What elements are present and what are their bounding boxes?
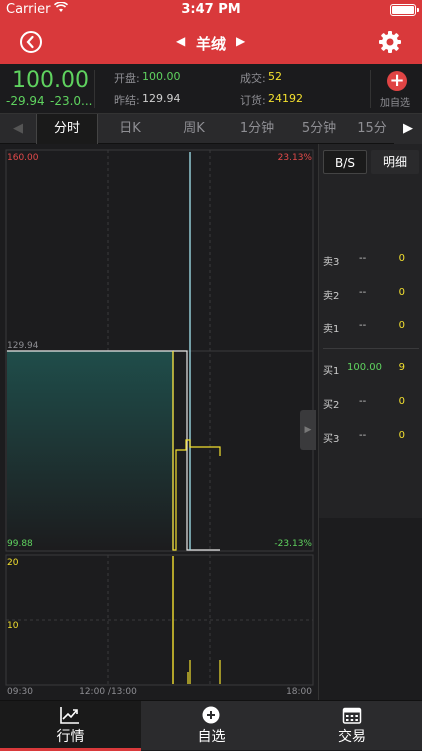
tab-15min[interactable]: 15分 (350, 114, 394, 144)
bid-row: 买3 -- 0 (323, 430, 405, 445)
axis-price-bottom: 99.88 (7, 539, 33, 549)
settings-button[interactable] (378, 30, 402, 54)
average-line (172, 351, 221, 551)
order-value: 24192 (268, 92, 303, 105)
tabbar-trade[interactable]: 交易 (282, 701, 422, 751)
tabs-scroll-right-button[interactable]: ▶ (394, 114, 422, 144)
quote-header: 100.00 -29.94 -23.0... 开盘: 100.00 昨结: 12… (0, 64, 422, 114)
next-contract-button[interactable]: ▶ (236, 34, 245, 48)
tabbar-market[interactable]: 行情 (0, 701, 141, 751)
period-tabs: ◀ 分时 日K 周K 1分钟 5分钟 15分 ▶ (0, 114, 422, 144)
page-title: 羊绒 (195, 35, 226, 53)
add-watchlist-label[interactable]: 加自选 (380, 94, 410, 109)
status-bar: Carrier 3:47 PM (0, 0, 422, 20)
axis-volume-mid: 10 (7, 621, 19, 631)
tabbar-watchlist[interactable]: 自选 (141, 701, 282, 751)
x-label-midday: 12:00 /13:00 (79, 687, 137, 697)
axis-price-top: 160.00 (7, 153, 39, 163)
axis-volume-top: 20 (7, 558, 19, 568)
tab-bs[interactable]: B/S (323, 150, 367, 174)
panel-toggle-handle[interactable]: ▶ (300, 410, 316, 450)
bid-row: 买2 -- 0 (323, 396, 405, 411)
last-price: 100.00 (12, 68, 89, 93)
tabs-scroll-left-button[interactable]: ◀ (0, 114, 36, 144)
ask-row: 卖1 -- 0 (323, 320, 405, 335)
tab-1min[interactable]: 1分钟 (226, 114, 288, 144)
intraday-chart[interactable]: 160.00 23.13% 129.94 99.88 -23.13% 20 10… (0, 144, 318, 700)
bid-row: 买1 100.00 9 (323, 362, 405, 377)
open-label: 开盘: (114, 72, 140, 85)
open-value: 100.00 (142, 70, 181, 83)
tabbar-watchlist-label: 自选 (197, 729, 226, 745)
chart-svg: 160.00 23.13% 129.94 99.88 -23.13% 20 10… (5, 149, 314, 697)
gear-icon (379, 31, 401, 53)
tabbar-market-label: 行情 (56, 729, 85, 745)
order-book: B/S 明细 卖3 -- 0 卖2 -- 0 卖1 -- 0 买1 100.00… (318, 144, 422, 518)
x-label-open: 09:30 (7, 687, 33, 697)
x-label-close: 18:00 (286, 687, 312, 697)
clock: 3:47 PM (181, 2, 241, 17)
book-divider (323, 348, 419, 349)
tabbar-trade-label: 交易 (338, 729, 366, 745)
book-empty-area (318, 518, 422, 700)
volume-value: 52 (268, 70, 282, 83)
tab-intraday[interactable]: 分时 (36, 114, 98, 144)
calendar-icon (342, 707, 362, 724)
ask-row: 卖3 -- 0 (323, 253, 405, 268)
add-watchlist-button[interactable]: + (387, 71, 407, 91)
order-label: 订货: (240, 94, 266, 107)
divider (94, 70, 95, 108)
divider (370, 70, 371, 108)
price-change-pct: -23.0... (50, 94, 93, 108)
volume-label: 成交: (240, 72, 266, 85)
price-area (7, 351, 173, 549)
ask-row: 卖2 -- 0 (323, 287, 405, 302)
battery-icon (390, 4, 419, 16)
price-change: -29.94 (6, 94, 45, 108)
axis-pct-top: 23.13% (278, 153, 313, 163)
axis-pct-bottom: -23.13% (274, 539, 312, 549)
trend-chart-icon (60, 707, 79, 724)
tab-5min[interactable]: 5分钟 (288, 114, 350, 144)
tab-detail[interactable]: 明细 (371, 150, 419, 174)
axis-price-mid: 129.94 (7, 341, 39, 351)
prev-close-label: 昨结: (114, 94, 140, 107)
tab-weekly-k[interactable]: 周K (162, 114, 226, 144)
bottom-tab-bar: 行情 自选 交易 (0, 700, 422, 751)
plus-circle-icon (202, 706, 220, 724)
nav-bar: ◀ 羊绒 ▶ (0, 20, 422, 64)
prev-close-value: 129.94 (142, 92, 181, 105)
tab-daily-k[interactable]: 日K (98, 114, 162, 144)
